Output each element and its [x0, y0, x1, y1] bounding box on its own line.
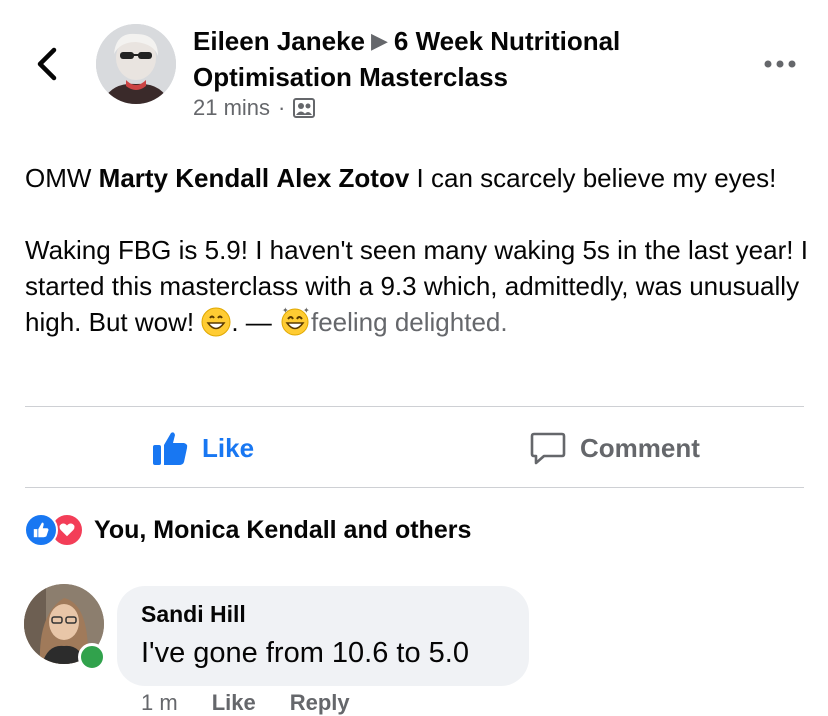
post-meta: 21 mins ·	[193, 95, 316, 121]
tagged-person-1[interactable]: Marty Kendall	[99, 163, 270, 193]
online-status-indicator	[78, 643, 106, 671]
post-paragraph-2: Waking FBG is 5.9! I haven't seen many w…	[25, 232, 815, 346]
post-time[interactable]: 21 mins	[193, 95, 270, 121]
comment-text: I've gone from 10.6 to 5.0	[141, 637, 469, 669]
author-photo	[96, 24, 176, 104]
divider-bottom	[25, 487, 804, 488]
post-body: OMW Marty Kendall Alex Zotov I can scarc…	[25, 160, 815, 346]
like-button-label: Like	[202, 432, 255, 463]
tagged-person-2[interactable]: Alex Zotov	[276, 163, 409, 193]
more-options-button[interactable]	[760, 52, 800, 76]
comment-like-button[interactable]: Like	[212, 690, 256, 716]
thumbs-up-icon	[153, 432, 188, 465]
svg-text:✦: ✦	[303, 306, 310, 315]
reactions-summary[interactable]: You, Monica Kendall and others	[24, 510, 471, 550]
meta-separator: ·	[278, 95, 286, 120]
comment-bubble-icon	[530, 432, 566, 465]
author-avatar[interactable]	[96, 24, 176, 104]
comment-button[interactable]: Comment	[528, 426, 700, 470]
like-button[interactable]: Like	[150, 426, 254, 470]
arrow-right-icon: ▶	[371, 28, 388, 53]
back-button[interactable]	[30, 44, 66, 84]
delighted-face-emoji-icon: ✦ ✦	[279, 305, 311, 346]
divider-top	[25, 406, 804, 407]
comment-actions: 1 m Like Reply	[141, 690, 350, 716]
group-audience-icon	[293, 98, 316, 118]
svg-text:✦: ✦	[282, 306, 289, 315]
chevron-left-icon	[37, 47, 57, 81]
more-dots-icon	[764, 60, 796, 68]
author-name[interactable]: Eileen Janeke	[193, 26, 365, 56]
comment-reply-button[interactable]: Reply	[290, 690, 350, 716]
feeling-label[interactable]: feeling delighted.	[311, 307, 508, 337]
like-reaction-icon	[24, 513, 58, 547]
reactions-summary-text: You, Monica Kendall and others	[94, 515, 472, 544]
post-paragraph-1: OMW Marty Kendall Alex Zotov I can scarc…	[25, 163, 777, 193]
commenter-name[interactable]: Sandi Hill	[141, 601, 246, 628]
grinning-face-emoji-icon	[201, 307, 231, 346]
comment-time[interactable]: 1 m	[141, 690, 178, 716]
comment-button-label: Comment	[580, 432, 700, 463]
post-header-title: Eileen Janeke ▶ 6 Week Nutritional Optimis…	[193, 24, 733, 94]
